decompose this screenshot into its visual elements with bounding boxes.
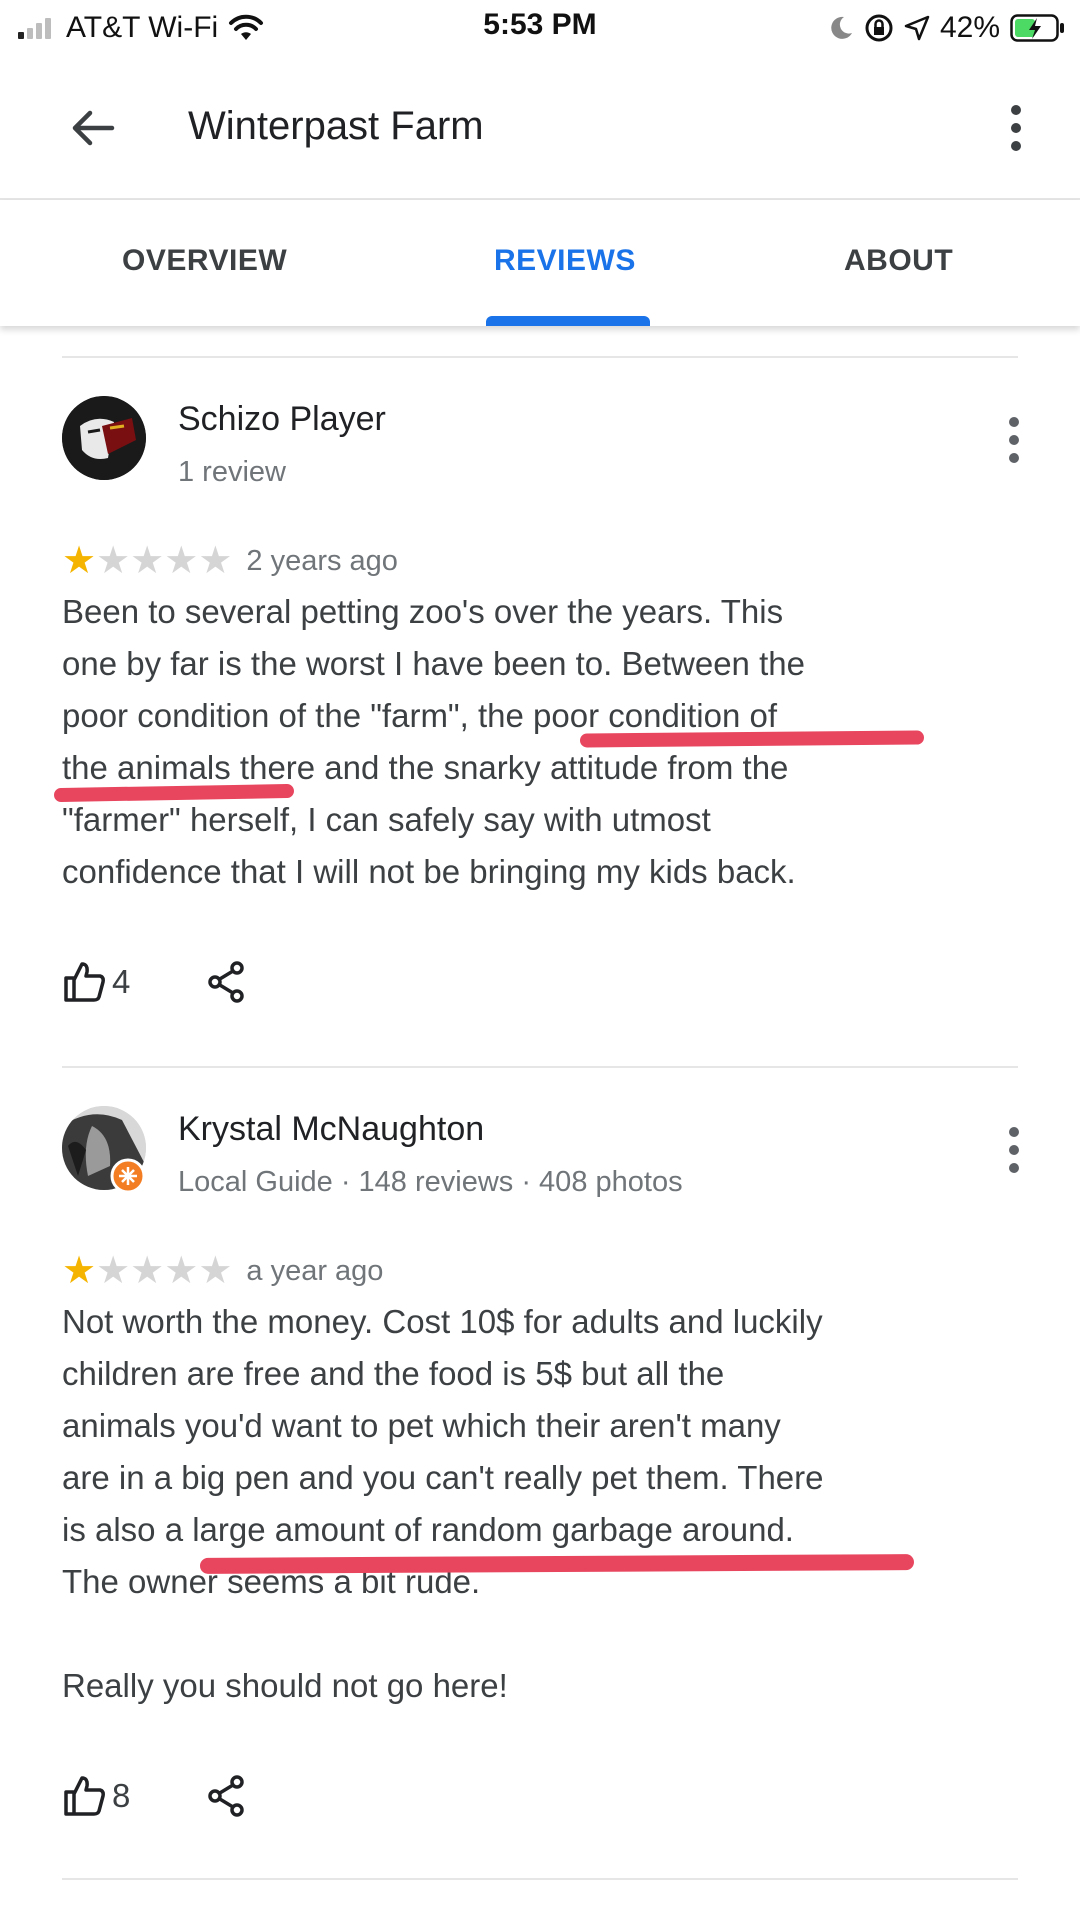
status-bar: AT&T Wi-Fi 5:53 PM 42% bbox=[0, 0, 1080, 56]
star-filled-icon: ★ bbox=[62, 540, 97, 582]
review-text: Not worth the money. Cost 10$ for adults… bbox=[62, 1296, 1002, 1712]
review-line: children are free and the food is 5$ but… bbox=[62, 1355, 725, 1392]
wifi-icon bbox=[229, 14, 264, 40]
reviewer-meta: 1 review bbox=[178, 456, 286, 488]
star-filled-icon: ★ bbox=[62, 1250, 97, 1292]
tab-reviews[interactable]: REVIEWS bbox=[494, 244, 636, 278]
thumbs-up-icon[interactable] bbox=[62, 960, 106, 1004]
star-empty-icon: ★ bbox=[198, 540, 233, 582]
location-arrow-icon bbox=[904, 15, 930, 41]
reviewer-name[interactable]: Schizo Player bbox=[178, 400, 386, 439]
star-empty-icon: ★ bbox=[164, 1250, 199, 1292]
battery-charging-icon bbox=[1010, 14, 1064, 42]
tab-about[interactable]: ABOUT bbox=[844, 244, 953, 278]
review-line: is also a large amount of random garbage… bbox=[62, 1511, 794, 1548]
cellular-signal-icon bbox=[18, 17, 54, 39]
page-title: Winterpast Farm bbox=[188, 104, 484, 148]
avatar[interactable] bbox=[62, 396, 146, 480]
tab-bar: OVERVIEW REVIEWS ABOUT bbox=[0, 200, 1080, 326]
star-empty-icon: ★ bbox=[198, 1250, 233, 1292]
status-left: AT&T Wi-Fi bbox=[18, 8, 264, 48]
battery-percentage: 42% bbox=[939, 11, 1000, 44]
rotation-lock-icon bbox=[865, 14, 893, 42]
thumbs-up-icon[interactable] bbox=[62, 1774, 106, 1818]
star-empty-icon: ★ bbox=[130, 540, 165, 582]
star-empty-icon: ★ bbox=[130, 1250, 165, 1292]
review-line: Not worth the money. Cost 10$ for adults… bbox=[62, 1303, 823, 1340]
review-more-icon[interactable] bbox=[1002, 1122, 1026, 1178]
divider bbox=[62, 1878, 1018, 1880]
review-actions: 8 bbox=[62, 1774, 246, 1818]
reviewer-meta: Local Guide · 148 reviews · 408 photos bbox=[178, 1166, 683, 1198]
status-right: 42% bbox=[828, 8, 1066, 48]
active-tab-indicator bbox=[486, 316, 650, 326]
review-line: confidence that I will not be bringing m… bbox=[62, 853, 796, 890]
like-count: 8 bbox=[112, 1777, 131, 1814]
review-line: animals you'd want to pet which their ar… bbox=[62, 1407, 781, 1444]
more-options-icon[interactable] bbox=[996, 100, 1036, 156]
review-line: are in a big pen and you can't really pe… bbox=[62, 1459, 824, 1496]
review-line: Really you should not go here! bbox=[62, 1667, 508, 1704]
moon-icon bbox=[831, 16, 852, 39]
reviewer-name[interactable]: Krystal McNaughton bbox=[178, 1110, 484, 1149]
star-empty-icon: ★ bbox=[164, 540, 199, 582]
review-more-icon[interactable] bbox=[1002, 412, 1026, 468]
review-actions: 4 bbox=[62, 960, 246, 1004]
star-rating: ★ ★ ★ ★ ★ 2 years ago bbox=[62, 542, 398, 580]
review-age: 2 years ago bbox=[246, 544, 398, 577]
share-icon[interactable] bbox=[206, 960, 246, 1004]
divider bbox=[62, 1066, 1018, 1068]
local-guide-badge-icon bbox=[110, 1158, 146, 1194]
review-line: one by far is the worst I have been to. … bbox=[62, 645, 805, 682]
review-age: a year ago bbox=[246, 1254, 384, 1287]
highlight-underline bbox=[579, 730, 925, 748]
divider bbox=[62, 356, 1018, 358]
like-count: 4 bbox=[112, 963, 131, 1000]
share-icon[interactable] bbox=[206, 1774, 246, 1818]
back-arrow-icon[interactable] bbox=[66, 100, 122, 156]
review-line: Been to several petting zoo's over the y… bbox=[62, 593, 784, 630]
star-rating: ★ ★ ★ ★ ★ a year ago bbox=[62, 1252, 383, 1290]
app-bar: Winterpast Farm bbox=[0, 56, 1080, 200]
carrier-label: AT&T Wi-Fi bbox=[66, 11, 219, 44]
review-line: "farmer" herself, I can safely say with … bbox=[62, 801, 711, 838]
star-empty-icon: ★ bbox=[96, 1250, 131, 1292]
tab-overview[interactable]: OVERVIEW bbox=[122, 244, 287, 278]
star-empty-icon: ★ bbox=[96, 540, 131, 582]
